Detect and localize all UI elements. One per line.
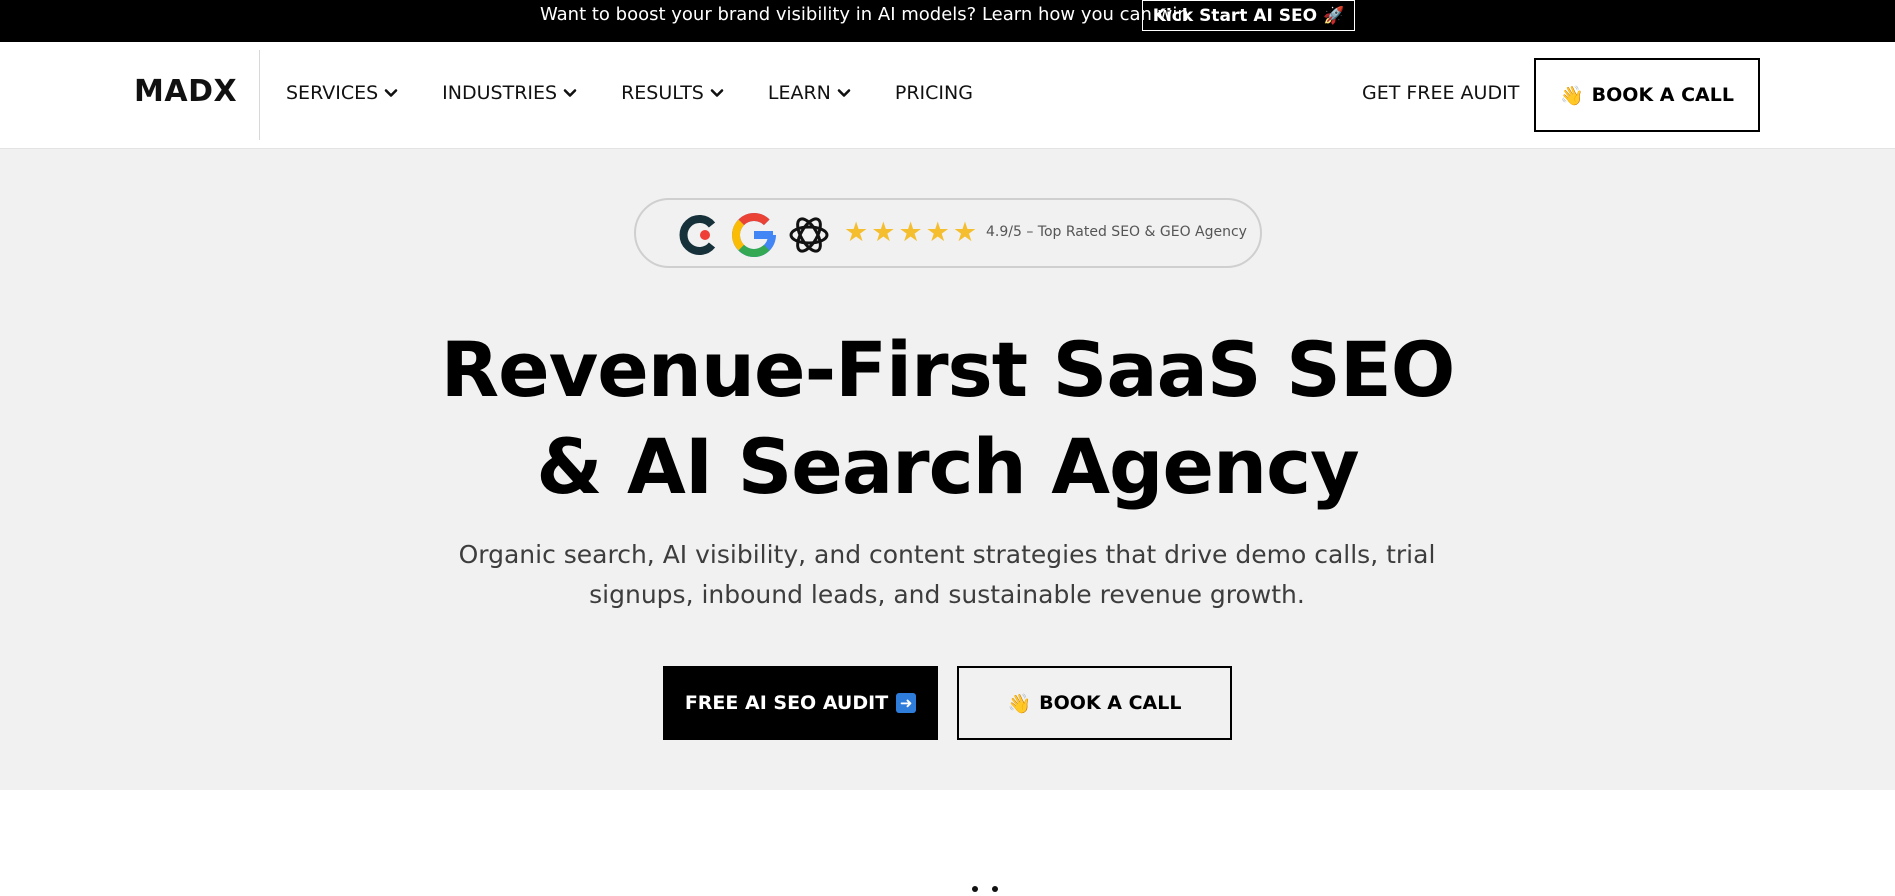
nav-item-services[interactable]: SERVICES: [286, 82, 398, 104]
madx-logo[interactable]: MADX: [134, 74, 237, 109]
nav-label: INDUSTRIES: [442, 82, 558, 104]
subtitle-line-2: signups, inbound leads, and sustainable …: [589, 580, 1305, 609]
clutch-logo-icon: [679, 215, 716, 255]
rating-text: 4.9/5 – Top Rated SEO & GEO Agency: [986, 224, 1247, 240]
waving-hand-icon: 👋: [1560, 84, 1584, 107]
headline-line-1: Revenue-First SaaS SEO: [440, 325, 1456, 414]
main-nav: SERVICES INDUSTRIES RESULTS LEARN PRICIN…: [286, 82, 973, 104]
five-star-rating: ★ ★ ★ ★ ★: [844, 218, 977, 246]
star-icon: ★: [952, 217, 978, 247]
chevron-down-icon: [710, 89, 724, 97]
hero-section: ★ ★ ★ ★ ★ 4.9/5 – Top Rated SEO & GEO Ag…: [0, 149, 1895, 790]
book-call-label: BOOK A CALL: [1591, 84, 1734, 106]
review-platform-icons: [676, 209, 834, 261]
nav-label: PRICING: [894, 82, 973, 104]
nav-item-pricing[interactable]: PRICING: [895, 82, 973, 104]
free-ai-seo-audit-button[interactable]: FREE AI SEO AUDIT ➜: [663, 666, 938, 740]
secondary-cta-label: BOOK A CALL: [1039, 692, 1182, 714]
openai-logo-icon: [789, 217, 829, 253]
primary-cta-label: FREE AI SEO AUDIT: [684, 692, 889, 714]
hero-subtitle: Organic search, AI visibility, and conte…: [447, 535, 1447, 615]
kick-start-label: Kick Start AI SEO: [1152, 5, 1318, 26]
star-icon: ★: [898, 217, 923, 247]
arrow-right-icon: ➜: [896, 693, 917, 713]
announcement-bar: Want to boost your brand visibility in A…: [0, 0, 1895, 42]
peek-dot: [992, 886, 998, 892]
nav-item-industries[interactable]: INDUSTRIES: [442, 82, 577, 104]
rocket-icon: 🚀: [1323, 5, 1345, 26]
nav-item-results[interactable]: RESULTS: [621, 82, 724, 104]
site-header: MADX SERVICES INDUSTRIES RESULTS LEARN P…: [0, 42, 1895, 149]
nav-label: RESULTS: [621, 82, 704, 104]
book-a-call-header-button[interactable]: 👋 BOOK A CALL: [1534, 58, 1760, 132]
star-icon: ★: [871, 217, 896, 247]
logo-divider: [259, 50, 260, 140]
nav-label: SERVICES: [286, 82, 379, 104]
rating-badge: ★ ★ ★ ★ ★ 4.9/5 – Top Rated SEO & GEO Ag…: [634, 198, 1262, 268]
announcement-text: Want to boost your brand visibility in A…: [540, 4, 1189, 25]
get-free-audit-link[interactable]: GET FREE AUDIT: [1362, 82, 1519, 104]
star-icon: ★: [844, 217, 869, 247]
chevron-down-icon: [384, 89, 398, 97]
google-logo-icon: [732, 213, 777, 258]
waving-hand-icon: 👋: [1007, 692, 1032, 715]
book-a-call-hero-button[interactable]: 👋 BOOK A CALL: [957, 666, 1232, 740]
chevron-down-icon: [563, 89, 577, 97]
headline-line-2: & AI Search Agency: [536, 422, 1359, 511]
hero-headline: Revenue-First SaaS SEO & AI Search Agenc…: [0, 321, 1895, 515]
kick-start-ai-seo-button[interactable]: Kick Start AI SEO 🚀: [1142, 0, 1355, 31]
nav-item-learn[interactable]: LEARN: [768, 82, 851, 104]
subtitle-line-1: Organic search, AI visibility, and conte…: [458, 540, 1436, 569]
nav-label: LEARN: [767, 82, 831, 104]
star-icon: ★: [925, 217, 950, 247]
next-section-peek: [972, 886, 998, 892]
peek-dot: [972, 886, 978, 892]
chevron-down-icon: [837, 89, 851, 97]
